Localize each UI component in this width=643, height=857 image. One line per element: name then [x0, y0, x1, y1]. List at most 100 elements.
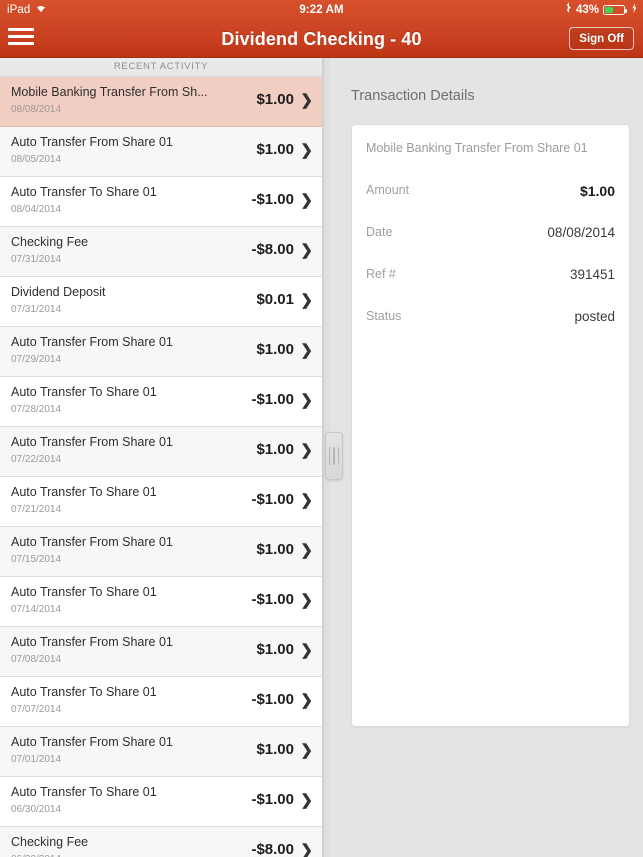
- transaction-description: Auto Transfer From Share 01: [11, 335, 173, 349]
- page-title: Dividend Checking - 40: [221, 29, 422, 49]
- transaction-description: Auto Transfer From Share 01: [11, 535, 173, 549]
- transaction-list-pane: RECENT ACTIVITY Mobile Banking Transfer …: [0, 58, 322, 857]
- detail-field-ref: Ref # 391451: [366, 267, 615, 285]
- transaction-description: Auto Transfer To Share 01: [11, 685, 157, 699]
- detail-value-status: posted: [574, 309, 615, 324]
- transaction-date: 07/01/2014: [11, 754, 62, 765]
- transaction-date: 06/30/2014: [11, 804, 62, 815]
- transaction-amount: $1.00: [256, 341, 294, 358]
- transaction-date: 07/31/2014: [11, 254, 62, 265]
- chevron-right-icon[interactable]: ❯: [300, 392, 313, 409]
- transaction-amount: -$8.00: [251, 241, 294, 258]
- transaction-amount: $1.00: [256, 91, 294, 108]
- chevron-right-icon[interactable]: ❯: [300, 242, 313, 259]
- table-row[interactable]: Auto Transfer To Share 01 06/30/2014 -$1.0…: [0, 777, 322, 827]
- table-row[interactable]: Dividend Deposit 07/31/2014 $0.01 ❯: [0, 277, 322, 327]
- transaction-date: 07/08/2014: [11, 654, 62, 665]
- app-root: iPad 9:22 AM 43% Dividend Checking - 40 …: [0, 0, 643, 857]
- detail-label-status: Status: [366, 309, 402, 323]
- transaction-date: 07/28/2014: [11, 404, 62, 415]
- chevron-right-icon[interactable]: ❯: [300, 842, 313, 857]
- chevron-right-icon[interactable]: ❯: [300, 792, 313, 809]
- bluetooth-icon: [565, 0, 572, 20]
- detail-label-amount: Amount: [366, 183, 410, 197]
- table-row[interactable]: Auto Transfer From Share 01 08/05/2014 $1.…: [0, 127, 322, 177]
- transaction-date: 07/07/2014: [11, 704, 62, 715]
- chevron-right-icon[interactable]: ❯: [300, 542, 313, 559]
- chevron-right-icon[interactable]: ❯: [300, 92, 313, 109]
- transaction-date: 08/05/2014: [11, 154, 62, 165]
- status-bar-clock: 9:22 AM: [299, 4, 344, 16]
- detail-value-ref: 391451: [569, 267, 615, 282]
- detail-value-date: 08/08/2014: [547, 225, 615, 240]
- table-row[interactable]: Auto Transfer To Share 01 07/07/2014 -$1.0…: [0, 677, 322, 727]
- transaction-description: Checking Fee: [11, 835, 89, 849]
- table-row[interactable]: Checking Fee 07/31/2014 -$8.00 ❯: [0, 227, 322, 277]
- table-row[interactable]: Auto Transfer From Share 01 07/01/2014 $1.…: [0, 727, 322, 777]
- chevron-right-icon[interactable]: ❯: [300, 342, 313, 359]
- transaction-description: Auto Transfer From Share 01: [11, 635, 173, 649]
- transaction-date: 07/31/2014: [11, 304, 62, 315]
- transaction-amount: $1.00: [256, 541, 294, 558]
- status-bar-right: 43%: [565, 0, 637, 20]
- transaction-list[interactable]: Mobile Banking Transfer From Sh... 08/08/…: [0, 77, 322, 857]
- detail-field-amount: Amount $1.00: [366, 183, 615, 201]
- chevron-right-icon[interactable]: ❯: [300, 692, 313, 709]
- transaction-description: Auto Transfer To Share 01: [11, 485, 157, 499]
- transaction-description: Auto Transfer To Share 01: [11, 185, 157, 199]
- transaction-amount: -$1.00: [251, 391, 294, 408]
- table-row[interactable]: Auto Transfer To Share 01 07/14/2014 -$1.0…: [0, 577, 322, 627]
- chevron-right-icon[interactable]: ❯: [300, 142, 313, 159]
- transaction-description: Auto Transfer From Share 01: [11, 435, 173, 449]
- sign-off-button[interactable]: Sign Off: [569, 27, 634, 50]
- recent-activity-header: RECENT ACTIVITY: [0, 58, 322, 77]
- chevron-right-icon[interactable]: ❯: [300, 492, 313, 509]
- table-row[interactable]: Auto Transfer From Share 01 07/29/2014 $1.…: [0, 327, 322, 377]
- transaction-date: 08/08/2014: [11, 104, 62, 115]
- chevron-right-icon[interactable]: ❯: [300, 592, 313, 609]
- transaction-amount: $1.00: [256, 741, 294, 758]
- drag-handle-icon[interactable]: [325, 432, 343, 480]
- chevron-right-icon[interactable]: ❯: [300, 642, 313, 659]
- pane-splitter[interactable]: [322, 58, 343, 857]
- detail-label-ref: Ref #: [366, 267, 396, 281]
- table-row[interactable]: Auto Transfer To Share 01 08/04/2014 -$1.0…: [0, 177, 322, 227]
- transaction-amount: -$1.00: [251, 691, 294, 708]
- transaction-amount: $1.00: [256, 141, 294, 158]
- transaction-amount: $1.00: [256, 441, 294, 458]
- chevron-right-icon[interactable]: ❯: [300, 442, 313, 459]
- transaction-date: 08/04/2014: [11, 204, 62, 215]
- table-row[interactable]: Mobile Banking Transfer From Sh... 08/08/…: [0, 77, 322, 127]
- transaction-description: Auto Transfer From Share 01: [11, 135, 173, 149]
- navigation-bar: Dividend Checking - 40 Sign Off: [0, 20, 643, 58]
- chevron-right-icon[interactable]: ❯: [300, 292, 313, 309]
- transaction-amount: $1.00: [256, 641, 294, 658]
- status-bar: iPad 9:22 AM 43%: [0, 0, 643, 20]
- table-row[interactable]: Auto Transfer To Share 01 07/28/2014 -$1.0…: [0, 377, 322, 427]
- transaction-amount: -$1.00: [251, 591, 294, 608]
- transaction-date: 07/29/2014: [11, 354, 62, 365]
- transaction-amount: -$1.00: [251, 191, 294, 208]
- detail-description: Mobile Banking Transfer From Share 01: [366, 141, 588, 155]
- detail-label-date: Date: [366, 225, 393, 239]
- table-row[interactable]: Auto Transfer From Share 01 07/08/2014 $1.…: [0, 627, 322, 677]
- battery-percent-label: 43%: [575, 4, 599, 16]
- transaction-amount: -$1.00: [251, 791, 294, 808]
- chevron-right-icon[interactable]: ❯: [300, 192, 313, 209]
- detail-value-amount: $1.00: [579, 183, 615, 199]
- transaction-date: 07/21/2014: [11, 504, 62, 515]
- transaction-detail-card: Mobile Banking Transfer From Share 01 Am…: [351, 124, 630, 727]
- transaction-description: Mobile Banking Transfer From Sh...: [11, 85, 208, 99]
- transaction-description: Auto Transfer To Share 01: [11, 785, 157, 799]
- table-row[interactable]: Auto Transfer To Share 01 07/21/2014 -$1.0…: [0, 477, 322, 527]
- transaction-amount: -$1.00: [251, 491, 294, 508]
- transaction-date: 07/22/2014: [11, 454, 62, 465]
- transaction-description: Auto Transfer To Share 01: [11, 385, 157, 399]
- table-row[interactable]: Checking Fee06/30/2014-$8.00❯: [0, 827, 322, 857]
- table-row[interactable]: Auto Transfer From Share 01 07/22/2014 $1.…: [0, 427, 322, 477]
- table-row[interactable]: Auto Transfer From Share 01 07/15/2014 $1.…: [0, 527, 322, 577]
- chevron-right-icon[interactable]: ❯: [300, 742, 313, 759]
- detail-field-status: Status posted: [366, 309, 615, 327]
- transaction-amount: $0.01: [256, 291, 294, 308]
- transaction-date: 07/15/2014: [11, 554, 62, 565]
